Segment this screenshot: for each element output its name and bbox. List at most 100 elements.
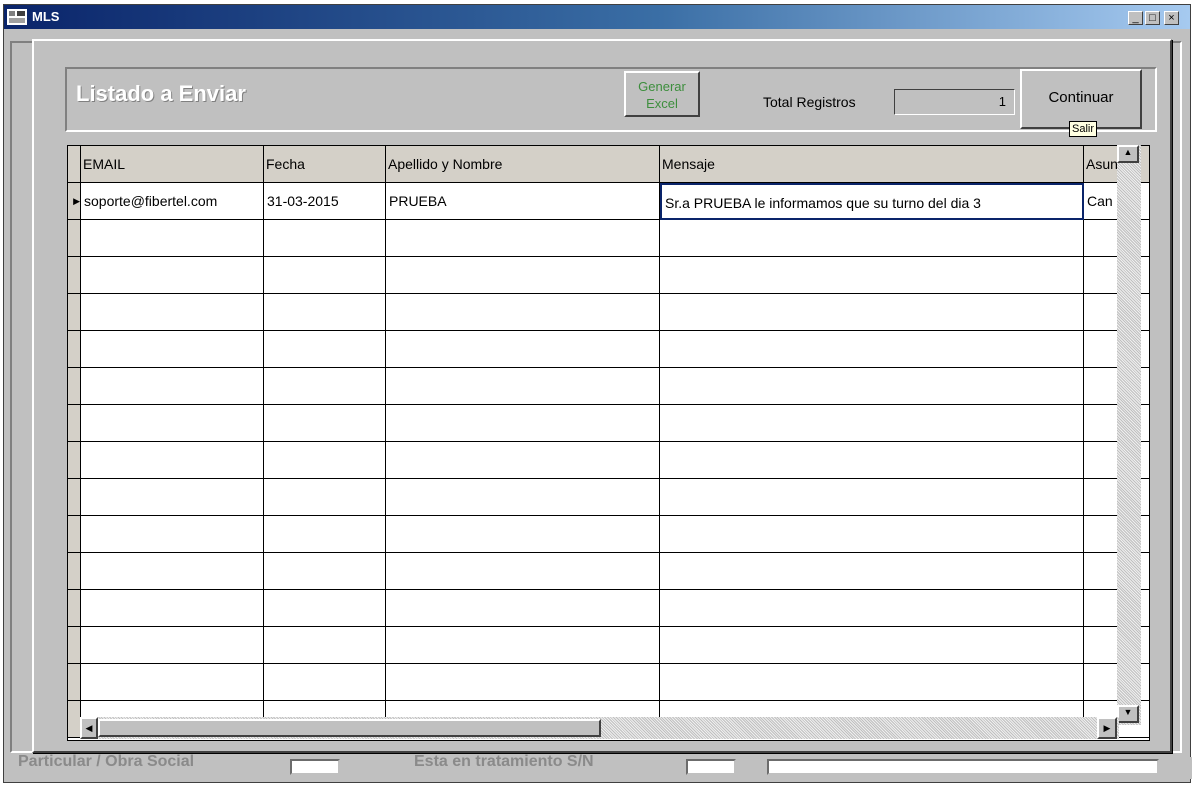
empty-cell[interactable] [660,257,1084,294]
horizontal-scroll-thumb[interactable] [98,719,601,737]
row-indicator [68,479,81,516]
empty-cell[interactable] [264,627,386,664]
empty-cell[interactable] [386,331,660,368]
empty-cell[interactable] [264,405,386,442]
main-window: MLS _ □ × Particular / Obra Social Esta … [3,4,1192,783]
empty-cell[interactable] [264,368,386,405]
empty-cell[interactable] [81,331,264,368]
row-indicator [68,627,81,664]
empty-cell[interactable] [264,442,386,479]
cell-fecha[interactable]: 31-03-2015 [264,183,386,220]
empty-cell[interactable] [660,442,1084,479]
empty-cell[interactable] [660,479,1084,516]
row-indicator [68,442,81,479]
current-row-indicator: ▶ [68,183,81,220]
empty-cell[interactable] [264,220,386,257]
arrow-right-icon: ▶ [1103,723,1111,733]
empty-cell[interactable] [386,220,660,257]
empty-cell[interactable] [81,516,264,553]
empty-cell[interactable] [264,479,386,516]
empty-cell[interactable] [386,516,660,553]
row-indicator [68,590,81,627]
empty-cell[interactable] [81,627,264,664]
tratamiento-field[interactable] [686,759,736,775]
close-icon: × [1168,12,1175,24]
data-grid[interactable]: EMAIL Fecha Apellido y Nombre Mensaje As… [67,145,1150,741]
row-indicator-header [68,146,81,183]
particular-field[interactable] [290,759,340,775]
listado-dialog: Listado a Enviar Generar Excel Total Regi… [32,39,1172,753]
empty-cell[interactable] [81,590,264,627]
empty-cell[interactable] [660,368,1084,405]
horizontal-scrollbar[interactable]: ◀ ▶ [80,717,1119,739]
cell-mensaje[interactable]: Sr.a PRUEBA le informamos que su turno d… [660,183,1084,220]
empty-cell[interactable] [660,294,1084,331]
row-indicator [68,331,81,368]
column-header-email[interactable]: EMAIL [81,146,264,183]
column-header-nombre[interactable]: Apellido y Nombre [386,146,660,183]
empty-cell[interactable] [386,442,660,479]
row-indicator [68,257,81,294]
row-indicator [68,516,81,553]
empty-cell[interactable] [386,627,660,664]
generar-excel-button[interactable]: Generar Excel [624,71,700,117]
maximize-button[interactable]: □ [1145,11,1160,25]
empty-cell[interactable] [81,257,264,294]
empty-cell[interactable] [81,294,264,331]
cell-email[interactable]: soporte@fibertel.com [81,183,264,220]
empty-cell[interactable] [660,516,1084,553]
empty-cell[interactable] [264,590,386,627]
empty-cell[interactable] [81,405,264,442]
scroll-up-button[interactable]: ▲ [1117,145,1139,163]
empty-cell[interactable] [264,331,386,368]
background-scrollbar[interactable] [767,759,1159,775]
total-registros-field: 1 [894,89,1015,115]
minimize-icon: _ [1132,12,1139,24]
empty-cell[interactable] [264,294,386,331]
window-title: MLS [32,9,60,24]
empty-cell[interactable] [264,257,386,294]
empty-cell[interactable] [660,553,1084,590]
empty-cell[interactable] [386,664,660,701]
empty-cell[interactable] [660,590,1084,627]
empty-cell[interactable] [81,220,264,257]
empty-cell[interactable] [660,331,1084,368]
empty-cell[interactable] [386,479,660,516]
empty-cell[interactable] [386,405,660,442]
close-button[interactable]: × [1164,11,1179,25]
row-indicator [68,294,81,331]
empty-cell[interactable] [81,664,264,701]
empty-cell[interactable] [660,664,1084,701]
empty-cell[interactable] [386,257,660,294]
empty-cell[interactable] [81,553,264,590]
total-registros-label: Total Registros [763,94,856,110]
vertical-scrollbar[interactable]: ▲ ▼ [1117,145,1141,725]
empty-cell[interactable] [81,368,264,405]
particular-label: Particular / Obra Social [18,753,195,770]
dialog-title: Listado a Enviar [76,81,246,106]
empty-cell[interactable] [81,479,264,516]
empty-cell[interactable] [81,442,264,479]
empty-cell[interactable] [386,590,660,627]
column-header-fecha[interactable]: Fecha [264,146,386,183]
scroll-left-button[interactable]: ◀ [80,717,98,739]
empty-cell[interactable] [386,368,660,405]
title-bar[interactable]: MLS _ □ × [4,5,1190,29]
column-header-mensaje[interactable]: Mensaje [660,146,1084,183]
minimize-button[interactable]: _ [1128,11,1143,25]
scroll-right-button[interactable]: ▶ [1097,717,1117,739]
empty-cell[interactable] [264,664,386,701]
empty-cell[interactable] [264,553,386,590]
empty-cell[interactable] [264,516,386,553]
empty-cell[interactable] [660,627,1084,664]
empty-cell[interactable] [660,405,1084,442]
empty-cell[interactable] [660,220,1084,257]
arrow-down-icon: ▼ [1123,707,1133,717]
empty-cell[interactable] [386,294,660,331]
cell-nombre[interactable]: PRUEBA [386,183,660,220]
scroll-down-button[interactable]: ▼ [1117,705,1139,723]
maximize-icon: □ [1149,12,1156,24]
row-indicator [68,405,81,442]
continuar-button[interactable]: Continuar [1020,69,1142,129]
empty-cell[interactable] [386,553,660,590]
